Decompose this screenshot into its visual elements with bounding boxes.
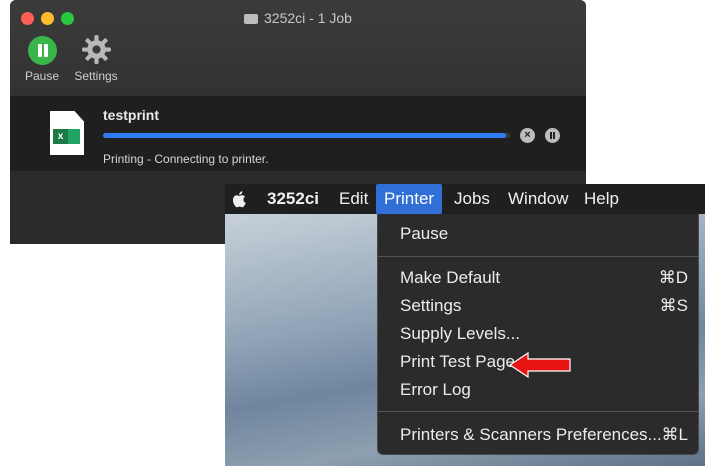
menu-item-printers-scanners-preferences[interactable]: Printers & Scanners Preferences... — [400, 425, 662, 445]
menu-jobs[interactable]: Jobs — [454, 189, 490, 209]
menu-window[interactable]: Window — [508, 189, 568, 209]
cancel-job-button[interactable]: × — [520, 128, 535, 143]
shortcut-settings: ⌘S — [659, 296, 688, 315]
shortcut-make-default: ⌘D — [658, 268, 688, 287]
printer-icon — [244, 14, 259, 24]
apple-menu-icon[interactable] — [232, 190, 247, 208]
menu-help[interactable]: Help — [584, 189, 619, 209]
settings-label: Settings — [74, 69, 118, 83]
job-status-text: Printing - Connecting to printer. — [103, 152, 269, 166]
gear-icon — [80, 33, 113, 66]
hold-job-button[interactable] — [545, 128, 560, 143]
window-title-text: 3252ci - 1 Job — [264, 10, 352, 26]
job-name: testprint — [103, 107, 159, 123]
job-progress-fill — [103, 133, 506, 138]
excel-file-icon: x — [50, 111, 84, 155]
menu-edit[interactable]: Edit — [339, 189, 368, 209]
menu-item-pause[interactable]: Pause — [400, 224, 448, 244]
menu-separator — [378, 411, 698, 412]
menu-printer[interactable]: Printer — [376, 184, 443, 214]
menu-item-supply-levels[interactable]: Supply Levels... — [400, 324, 520, 344]
job-progress-bar — [103, 133, 510, 138]
pause-label: Pause — [24, 69, 60, 83]
title-bar: 3252ci - 1 Job Pause Settings — [10, 0, 586, 97]
settings-button[interactable]: Settings — [67, 33, 125, 83]
shortcut-printers-preferences: ⌘L — [661, 425, 688, 444]
menu-item-make-default[interactable]: Make Default — [400, 268, 500, 288]
window-title: 3252ci - 1 Job — [10, 10, 586, 26]
menu-item-error-log[interactable]: Error Log — [400, 380, 471, 400]
printer-menu-screenshot: 3252ci Edit Printer Jobs Window Help Pau… — [225, 184, 705, 466]
menu-item-print-test-page[interactable]: Print Test Page — [400, 352, 515, 372]
menu-bar: 3252ci Edit Printer Jobs Window Help — [225, 184, 705, 214]
pause-printer-button[interactable]: Pause — [20, 36, 64, 83]
pause-icon — [27, 36, 57, 65]
red-arrow-annotation — [508, 351, 572, 383]
menu-item-settings[interactable]: Settings — [400, 296, 461, 316]
printer-dropdown-menu: Pause Make Default ⌘D Settings ⌘S Supply… — [377, 214, 699, 455]
job-row[interactable]: x testprint × Printing - Connecting to p… — [10, 97, 586, 171]
menu-separator — [378, 256, 698, 257]
menu-app-name[interactable]: 3252ci — [267, 189, 319, 209]
